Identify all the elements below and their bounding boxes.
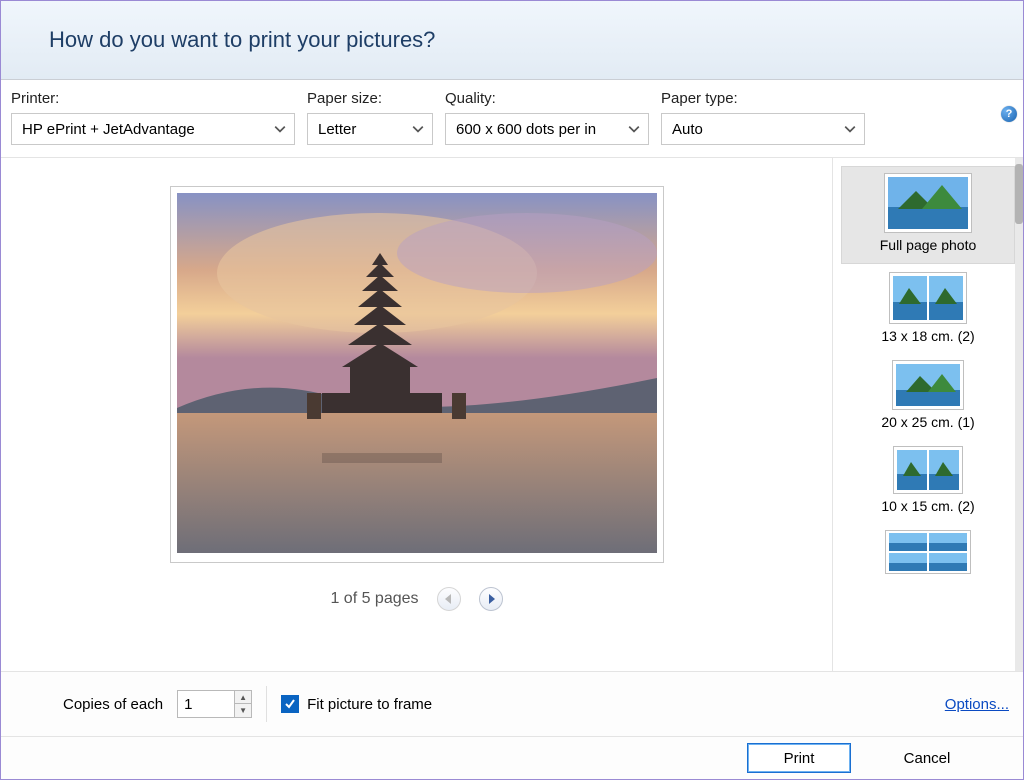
preview-image — [177, 193, 657, 553]
prev-page-button[interactable] — [437, 587, 461, 611]
dialog-buttons: Print Cancel — [1, 736, 1023, 779]
help-icon[interactable]: ? — [1001, 106, 1017, 122]
copies-label: Copies of each — [63, 696, 163, 713]
chevron-down-icon — [274, 123, 286, 135]
paper-size-value: Letter — [318, 121, 356, 138]
checkmark-icon — [281, 695, 299, 713]
triangle-left-icon — [445, 594, 453, 604]
layout-option-full-page[interactable]: Full page photo — [841, 166, 1015, 264]
options-link[interactable]: Options... — [945, 696, 1009, 713]
printer-value: HP ePrint + JetAdvantage — [22, 121, 195, 138]
paper-type-label: Paper type: — [661, 90, 865, 107]
spinner-down-icon[interactable]: ▼ — [235, 704, 251, 717]
quality-label: Quality: — [445, 90, 649, 107]
layout-thumb-icon — [893, 276, 927, 320]
paper-type-value: Auto — [672, 121, 703, 138]
layout-option-more[interactable] — [839, 524, 1017, 574]
spinner-up-icon[interactable]: ▲ — [235, 691, 251, 704]
layouts-pane: Full page photo 13 x 18 cm. (2) 20 x 25 … — [833, 158, 1023, 671]
copies-input[interactable] — [178, 691, 234, 717]
layout-thumb-icon — [929, 533, 967, 551]
chevron-down-icon — [628, 123, 640, 135]
fit-picture-label: Fit picture to frame — [307, 696, 432, 713]
footer-bar: Copies of each ▲ ▼ Fit picture to frame … — [1, 671, 1023, 736]
layout-thumb-icon — [897, 450, 927, 490]
layout-option-20x25[interactable]: 20 x 25 cm. (1) — [839, 354, 1017, 440]
layout-thumb-icon — [889, 533, 927, 551]
paper-size-label: Paper size: — [307, 90, 433, 107]
layout-option-10x15[interactable]: 10 x 15 cm. (2) — [839, 440, 1017, 524]
quality-value: 600 x 600 dots per in — [456, 121, 596, 138]
print-settings-row: Printer: HP ePrint + JetAdvantage Paper … — [1, 80, 1023, 158]
pager: 1 of 5 pages — [330, 587, 502, 611]
layout-option-13x18[interactable]: 13 x 18 cm. (2) — [839, 266, 1017, 354]
print-button[interactable]: Print — [747, 743, 851, 773]
printer-dropdown[interactable]: HP ePrint + JetAdvantage — [11, 113, 295, 145]
layout-label: 13 x 18 cm. (2) — [881, 328, 974, 344]
paper-type-dropdown[interactable]: Auto — [661, 113, 865, 145]
scrollbar[interactable] — [1015, 158, 1023, 671]
layout-thumb-icon — [889, 553, 927, 571]
chevron-down-icon — [844, 123, 856, 135]
printer-label: Printer: — [11, 90, 295, 107]
preview-frame — [170, 186, 664, 563]
layout-thumb-icon — [896, 364, 960, 406]
page-indicator: 1 of 5 pages — [330, 590, 418, 608]
triangle-right-icon — [487, 594, 495, 604]
copies-spinner[interactable]: ▲ ▼ — [177, 690, 252, 718]
layout-thumb-icon — [929, 276, 963, 320]
chevron-down-icon — [412, 123, 424, 135]
dialog-header: How do you want to print your pictures? — [1, 1, 1023, 80]
quality-dropdown[interactable]: 600 x 600 dots per in — [445, 113, 649, 145]
preview-pane: 1 of 5 pages — [1, 158, 833, 671]
layout-label: 10 x 15 cm. (2) — [881, 498, 974, 514]
fit-picture-checkbox[interactable]: Fit picture to frame — [281, 695, 432, 713]
dialog-title: How do you want to print your pictures? — [49, 27, 1023, 53]
layout-thumb-icon — [929, 553, 967, 571]
layout-label: 20 x 25 cm. (1) — [881, 414, 974, 430]
layout-thumb-icon — [888, 177, 968, 229]
layout-label: Full page photo — [880, 237, 977, 253]
next-page-button[interactable] — [479, 587, 503, 611]
divider — [266, 686, 267, 722]
cancel-button[interactable]: Cancel — [875, 743, 979, 773]
paper-size-dropdown[interactable]: Letter — [307, 113, 433, 145]
layout-thumb-icon — [929, 450, 959, 490]
